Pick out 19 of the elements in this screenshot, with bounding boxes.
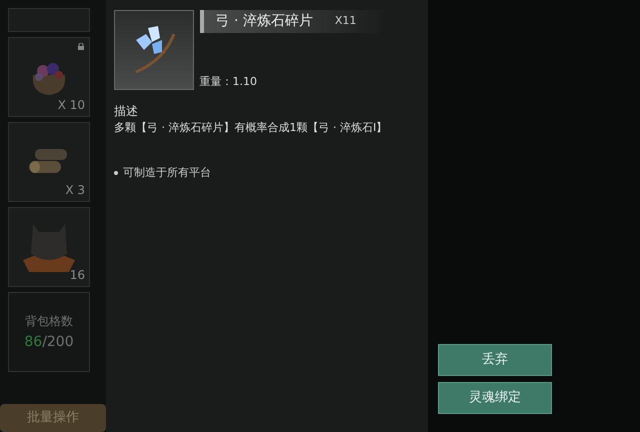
description-heading: 描述 (114, 103, 139, 120)
action-button[interactable]: 丢弃 (438, 344, 552, 376)
capacity-value: 86/200 (24, 332, 74, 352)
sack-icon (32, 63, 66, 95)
action-button[interactable]: 灵魂绑定 (438, 382, 552, 414)
logs-icon (29, 149, 67, 173)
helmet-icon (23, 224, 75, 272)
item-count: X 10 (58, 97, 85, 114)
crystal-bow-icon (135, 26, 176, 74)
note-text: 可制造于所有平台 (123, 164, 211, 180)
item-quantity: X11 (334, 13, 356, 30)
item-name: 弓 · 淬炼石碎片 (216, 12, 313, 31)
capacity-label: 背包格数 (25, 312, 73, 330)
batch-button[interactable]: 批量操作 (0, 404, 106, 432)
bullet-icon (114, 170, 118, 175)
item-count: 16 (70, 267, 85, 284)
item-weight: 重量：1.10 (200, 74, 258, 90)
item-count: X 3 (65, 182, 85, 199)
description-text: 多颗【弓 · 淬炼石碎片】有概率合成1颗【弓 · 淬炼石I】 (114, 120, 388, 136)
